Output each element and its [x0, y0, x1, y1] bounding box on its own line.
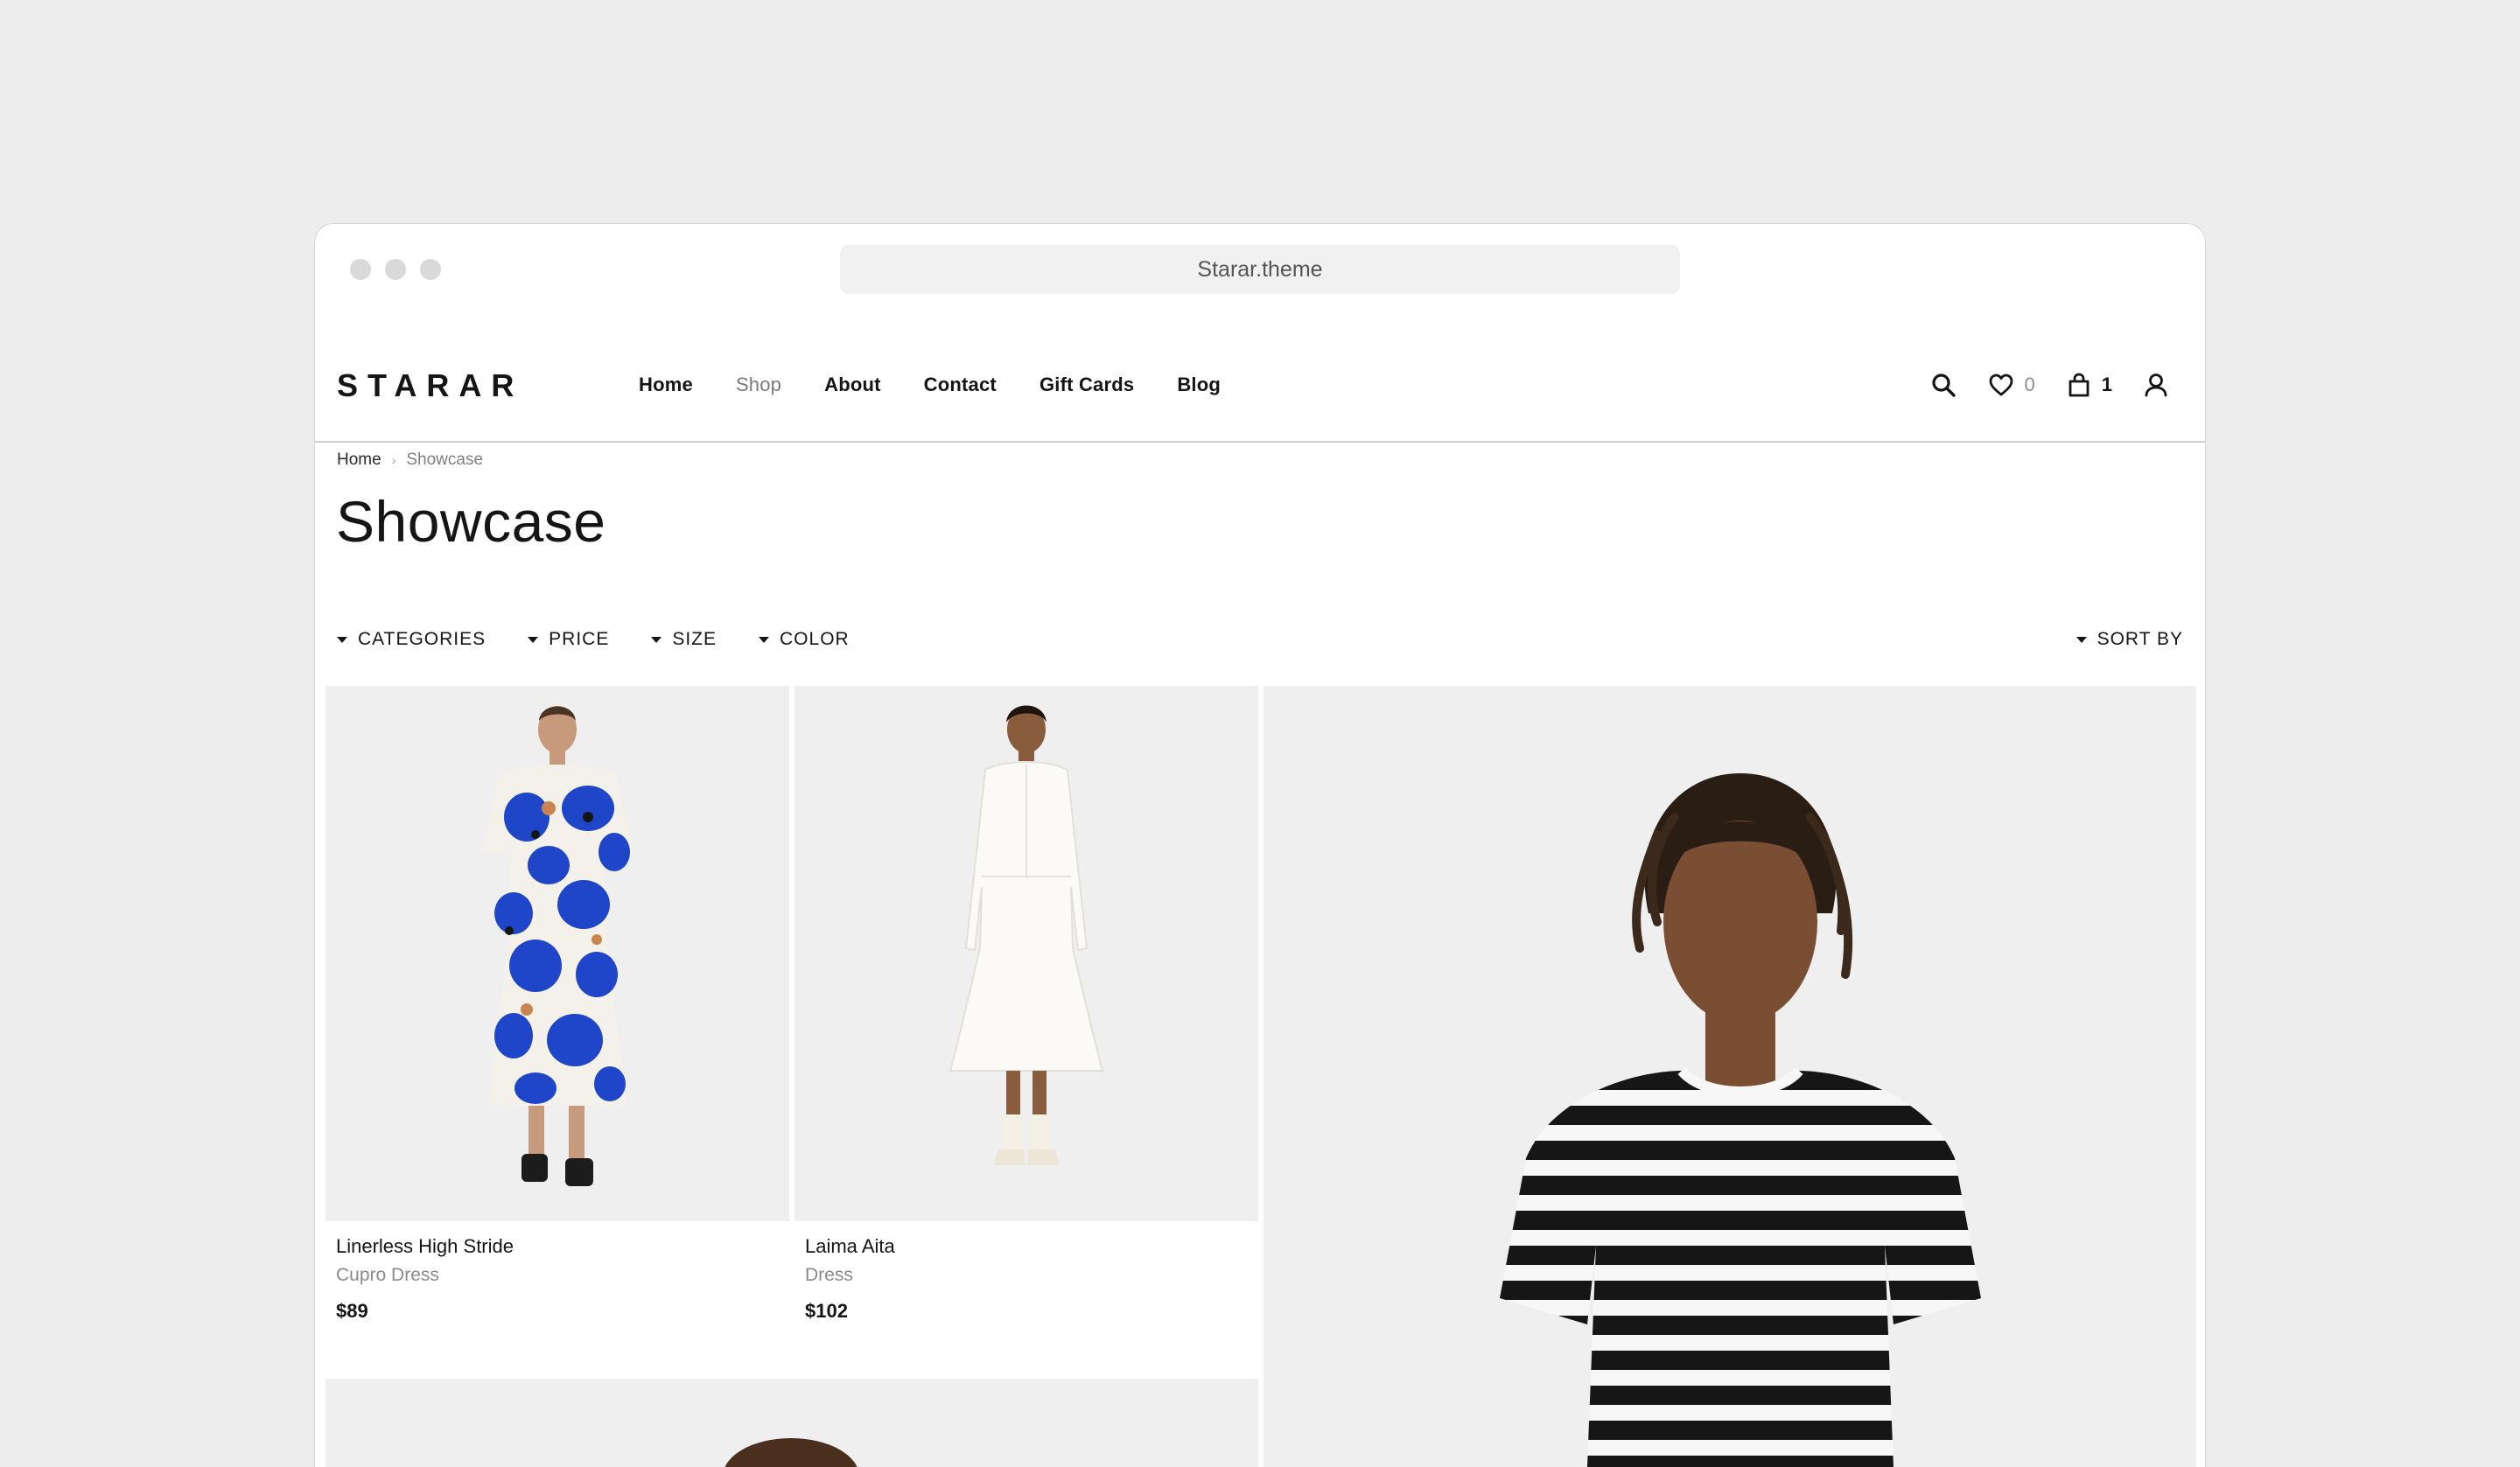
nav-home[interactable]: Home	[639, 374, 693, 396]
window-minimize-dot[interactable]	[385, 259, 406, 280]
user-icon	[2145, 374, 2167, 397]
filter-color-label: COLOR	[780, 629, 850, 649]
wishlist-button[interactable]: 0	[1988, 373, 2035, 397]
model-floral-dress-image	[326, 686, 789, 1221]
product-card[interactable]: Linerless High Stride Cupro Dress $89	[326, 686, 789, 1322]
filter-price[interactable]: PRICE	[528, 629, 609, 650]
product-category: Cupro Dress	[336, 1265, 439, 1285]
sort-by-label: SORT BY	[2096, 629, 2183, 649]
model-white-dress-image	[794, 686, 1258, 1221]
filter-color[interactable]: COLOR	[759, 629, 850, 650]
nav-shop[interactable]: Shop	[736, 374, 781, 396]
cart-button[interactable]: 1	[2067, 372, 2112, 398]
sort-by-dropdown[interactable]: SORT BY	[2076, 622, 2183, 657]
address-bar[interactable]: Starar.theme	[840, 245, 1680, 294]
product-image[interactable]	[1264, 686, 2196, 1467]
caret-down-icon	[2076, 636, 2087, 643]
nav-contact[interactable]: Contact	[924, 374, 997, 396]
browser-chrome: Starar.theme	[315, 224, 2205, 329]
breadcrumb-current: Showcase	[406, 451, 484, 469]
product-card[interactable]	[1264, 686, 2196, 1467]
breadcrumb-home[interactable]: Home	[337, 451, 382, 470]
cart-count: 1	[2101, 374, 2112, 395]
heart-icon	[1989, 374, 2012, 396]
window-maximize-dot[interactable]	[420, 259, 441, 280]
filter-bar: CATEGORIES PRICE SIZE COLOR	[337, 622, 892, 657]
product-card[interactable]	[326, 1379, 1258, 1467]
header-tools: 0 1	[1899, 329, 2169, 441]
caret-down-icon	[759, 636, 770, 643]
page-title: Showcase	[336, 489, 606, 554]
account-button[interactable]	[2144, 372, 2168, 398]
product-image[interactable]	[326, 1379, 1258, 1467]
nav-gift-cards[interactable]: Gift Cards	[1040, 374, 1134, 396]
caret-down-icon	[651, 636, 662, 643]
browser-window: Starar.theme STARAR Home Shop About Cont…	[314, 223, 2206, 1467]
nav-blog[interactable]: Blog	[1177, 374, 1221, 396]
product-image[interactable]	[326, 686, 789, 1221]
model-hair-image	[326, 1379, 1258, 1467]
wishlist-count: 0	[2024, 374, 2035, 395]
product-name[interactable]: Linerless High Stride	[336, 1235, 514, 1258]
main-nav: Home Shop About Contact Gift Cards Blog	[639, 329, 1264, 441]
window-close-dot[interactable]	[350, 259, 371, 280]
caret-down-icon	[528, 636, 539, 643]
search-button[interactable]	[1930, 372, 1956, 398]
filter-size[interactable]: SIZE	[651, 629, 717, 650]
product-card[interactable]: Laima Aita Dress $102	[794, 686, 1258, 1322]
nav-about[interactable]: About	[824, 374, 881, 396]
filter-categories-label: CATEGORIES	[358, 629, 486, 649]
shopping-bag-icon	[2068, 373, 2090, 397]
product-price: $102	[805, 1300, 848, 1322]
filter-price-label: PRICE	[549, 629, 610, 649]
site-logo[interactable]: STARAR	[337, 367, 523, 404]
product-category: Dress	[805, 1265, 853, 1285]
site-header: STARAR Home Shop About Contact Gift Card…	[315, 329, 2205, 443]
filter-categories[interactable]: CATEGORIES	[337, 629, 486, 650]
model-striped-tshirt-image	[1264, 686, 2196, 1467]
product-price: $89	[336, 1300, 368, 1322]
filter-size-label: SIZE	[672, 629, 718, 649]
product-image[interactable]	[794, 686, 1258, 1221]
caret-down-icon	[337, 636, 347, 643]
product-name[interactable]: Laima Aita	[805, 1235, 895, 1258]
breadcrumb-separator-icon: ›	[391, 453, 396, 467]
search-icon	[1931, 374, 1956, 397]
breadcrumb: Home › Showcase	[337, 443, 483, 478]
